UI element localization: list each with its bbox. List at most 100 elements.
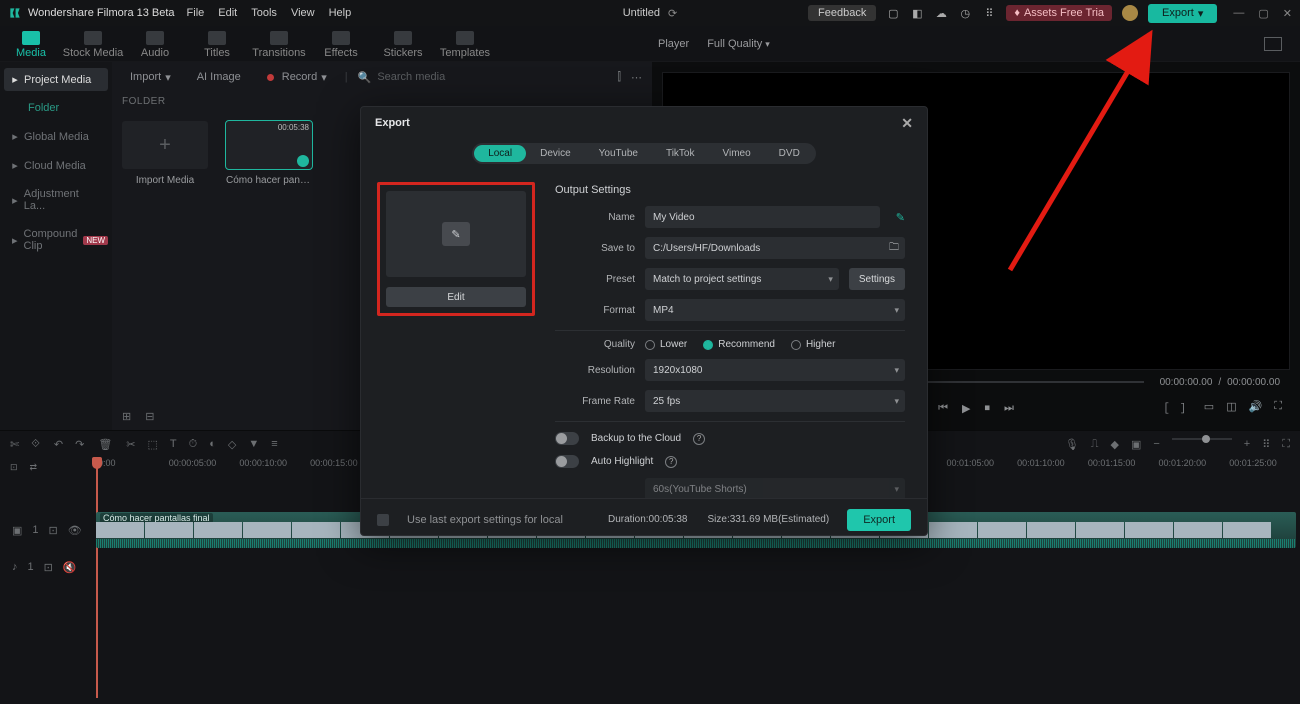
track-icon[interactable]: ≡	[271, 438, 277, 451]
name-input[interactable]: My Video	[645, 206, 880, 228]
rename-icon[interactable]: ✎	[896, 211, 905, 224]
undo-icon[interactable]: ↶	[54, 438, 63, 451]
track-mute-icon[interactable]: 👁	[68, 524, 82, 537]
minimize-icon[interactable]: —	[1233, 7, 1244, 20]
more-icon[interactable]: ⋯	[631, 71, 642, 84]
track-lock-icon[interactable]: ⊡	[44, 561, 53, 574]
sidebar-folder[interactable]: Folder	[4, 97, 108, 119]
tool-blade-icon[interactable]: ⟐	[31, 438, 40, 451]
export-tab-vimeo[interactable]: Vimeo	[709, 145, 765, 162]
backup-cloud-toggle[interactable]	[555, 432, 579, 445]
reload-icon[interactable]: ⟳	[668, 7, 677, 20]
tab-stock-media[interactable]: Stock Media	[62, 28, 124, 59]
menu-file[interactable]: File	[187, 7, 205, 19]
search-input[interactable]: 🔍Search media	[358, 71, 446, 84]
track-mute-icon[interactable]: 🔇	[63, 561, 77, 574]
resolution-select[interactable]: 1920x1080▾	[645, 359, 905, 381]
marker-icon[interactable]: ▼	[248, 438, 259, 451]
save-path-input[interactable]: C:/Users/HF/Downloads🗀	[645, 237, 905, 259]
export-tab-local[interactable]: Local	[474, 145, 526, 162]
notify-icon[interactable]: ◷	[958, 6, 972, 20]
quality-higher-radio[interactable]: Higher	[791, 339, 835, 350]
import-media-card[interactable]: + Import Media	[122, 121, 208, 186]
cut-icon[interactable]: ✂	[126, 438, 135, 451]
fullscreen-icon[interactable]: ⛶	[1274, 400, 1282, 416]
layout-icon[interactable]: ◧	[910, 6, 924, 20]
color-icon[interactable]: ◐	[209, 438, 216, 451]
audio-track-icon[interactable]: ♪	[12, 561, 18, 573]
menu-view[interactable]: View	[291, 7, 315, 19]
tab-stickers[interactable]: Stickers	[372, 28, 434, 59]
zoom-slider[interactable]	[1172, 438, 1232, 440]
redo-icon[interactable]: ↷	[75, 438, 84, 451]
play-icon[interactable]: ▶	[962, 402, 970, 415]
tab-titles[interactable]: Titles	[186, 28, 248, 59]
crop-icon[interactable]: ⬚	[148, 438, 158, 451]
tab-effects[interactable]: Effects	[310, 28, 372, 59]
help-icon[interactable]: ?	[693, 433, 705, 445]
sidebar-cloud-media[interactable]: ▸Cloud Media	[4, 154, 108, 177]
import-dropdown[interactable]: Import ▾	[122, 69, 179, 86]
use-last-settings-checkbox[interactable]	[377, 514, 389, 526]
zoom-in-icon[interactable]: +	[1244, 438, 1250, 451]
voiceover-icon[interactable]: 🎙	[1065, 438, 1079, 451]
mixer-icon[interactable]: ⎍	[1091, 438, 1099, 451]
playhead[interactable]	[96, 458, 98, 698]
settings-button[interactable]: Settings	[849, 268, 905, 290]
track-lock-icon[interactable]: ⊡	[49, 524, 58, 537]
menu-tools[interactable]: Tools	[251, 7, 277, 19]
maximize-icon[interactable]: ▢	[1258, 7, 1268, 20]
volume-icon[interactable]: 🔊	[1249, 400, 1263, 416]
quality-recommend-radio[interactable]: Recommend	[703, 339, 775, 350]
export-confirm-button[interactable]: Export	[847, 509, 911, 531]
snapshot-icon[interactable]	[1264, 37, 1282, 51]
folder-add-icon[interactable]: ⊞	[122, 410, 131, 423]
export-tab-tiktok[interactable]: TikTok	[652, 145, 709, 162]
apps-icon[interactable]: ⠿	[982, 6, 996, 20]
ai-image-button[interactable]: AI Image	[189, 69, 249, 85]
close-icon[interactable]: ✕	[1283, 7, 1292, 20]
auto-highlight-toggle[interactable]	[555, 455, 579, 468]
player-quality-select[interactable]: Full Quality ▾	[707, 38, 770, 50]
expand-icon[interactable]: ⛶	[1282, 438, 1290, 451]
sidebar-global-media[interactable]: ▸Global Media	[4, 125, 108, 148]
screen-icon[interactable]: ▭	[1204, 400, 1214, 416]
sidebar-project-media[interactable]: ▸Project Media	[4, 68, 108, 91]
mark-in-icon[interactable]: ［	[1158, 400, 1169, 416]
tool-select-icon[interactable]: ✄	[10, 438, 19, 451]
delete-icon[interactable]: 🗑	[98, 438, 112, 451]
sidebar-compound-clip[interactable]: ▸Compound Clip NEW	[4, 223, 108, 257]
lock-icon[interactable]: ⊡	[10, 462, 18, 473]
feedback-button[interactable]: Feedback	[808, 5, 876, 21]
menu-help[interactable]: Help	[329, 7, 352, 19]
mark-out-icon[interactable]: ］	[1181, 400, 1192, 416]
folder-up-icon[interactable]: ⊟	[145, 410, 154, 423]
tab-media[interactable]: Media	[0, 28, 62, 59]
export-button-top[interactable]: Export ▾	[1148, 4, 1217, 23]
tab-templates[interactable]: Templates	[434, 28, 496, 59]
mark-icon[interactable]: ◆	[1110, 438, 1118, 451]
video-track-icon[interactable]: ▣	[12, 524, 22, 537]
stop-icon[interactable]: ⏹	[984, 402, 990, 415]
cloud-icon[interactable]: ☁	[934, 6, 948, 20]
export-tab-device[interactable]: Device	[526, 145, 585, 162]
tab-transitions[interactable]: Transitions	[248, 28, 310, 59]
avatar[interactable]	[1122, 5, 1138, 21]
sidebar-adjustment-layer[interactable]: ▸Adjustment La...	[4, 183, 108, 217]
view-opts-icon[interactable]: ⠿	[1262, 438, 1270, 451]
media-clip-card[interactable]: 00:05:38 Cómo hacer pantallas ...	[226, 121, 312, 186]
compare-icon[interactable]: ◫	[1226, 400, 1236, 416]
zoom-out-icon[interactable]: −	[1153, 438, 1159, 451]
edit-thumbnail-button[interactable]: Edit	[386, 287, 526, 307]
menu-edit[interactable]: Edit	[218, 7, 237, 19]
link-icon[interactable]: ⇄	[30, 462, 38, 473]
screenshot-icon[interactable]: ▢	[886, 6, 900, 20]
text-icon[interactable]: T	[170, 438, 177, 451]
next-frame-icon[interactable]: ⏭	[1004, 402, 1014, 415]
assets-free-trial[interactable]: ♦ Assets Free Tria	[1006, 5, 1112, 21]
record-dropdown[interactable]: Record ▾	[259, 69, 335, 86]
quality-lower-radio[interactable]: Lower	[645, 339, 687, 350]
export-tab-dvd[interactable]: DVD	[765, 145, 814, 162]
folder-icon[interactable]: 🗀	[889, 240, 899, 257]
speed-icon[interactable]: ⏱	[189, 438, 198, 451]
